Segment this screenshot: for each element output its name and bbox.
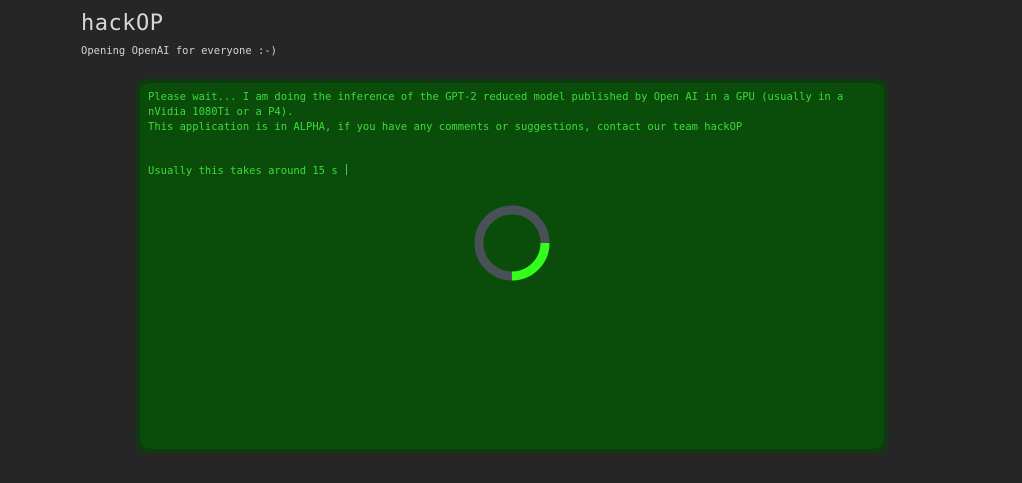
terminal-message: Please wait... I am doing the inference … — [148, 90, 868, 135]
terminal-panel: Please wait... I am doing the inference … — [140, 83, 884, 449]
loading-spinner-icon — [474, 205, 550, 281]
app-subtitle: Opening OpenAI for everyone :-) — [81, 45, 277, 57]
app-title: hackOP — [81, 11, 164, 36]
inference-message: Please wait... I am doing the inference … — [148, 91, 844, 118]
page: hackOP Opening OpenAI for everyone :-) P… — [0, 0, 1022, 483]
wait-time-line: Usually this takes around 15 s — [148, 164, 347, 179]
alpha-notice: This application is in ALPHA, if you hav… — [148, 121, 743, 133]
wait-time-text: Usually this takes around 15 s — [148, 165, 338, 177]
text-cursor-icon — [345, 164, 347, 175]
